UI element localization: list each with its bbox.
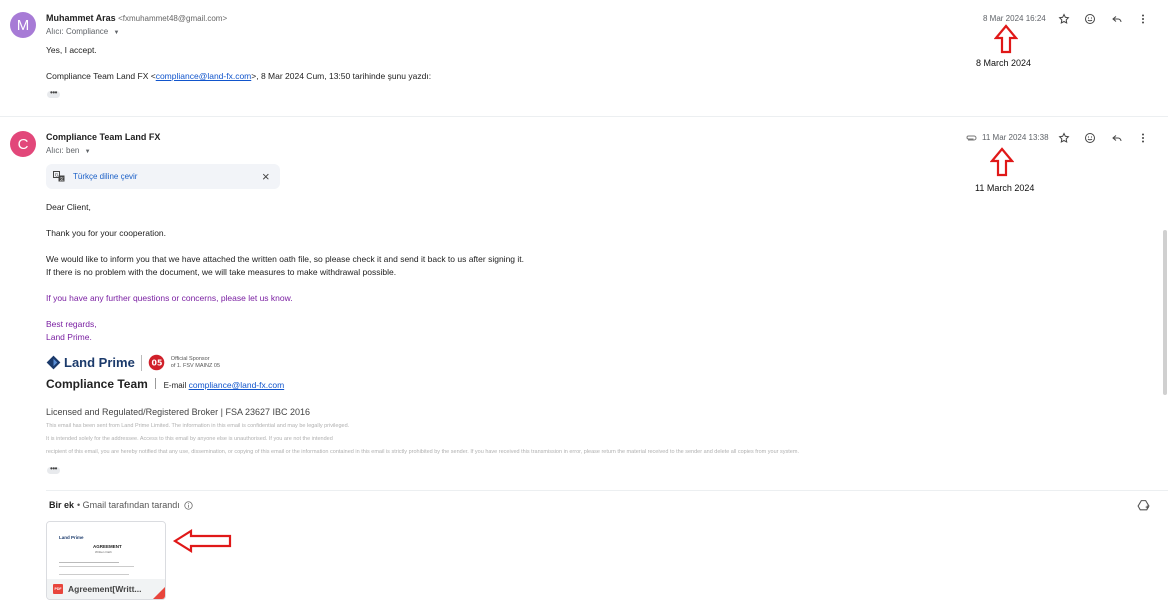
disclaimer-line-1: This email has been sent from Land Prime…: [46, 423, 350, 429]
signature-separator: [155, 378, 157, 389]
message-divider: [0, 116, 1168, 117]
licensed-line: Licensed and Regulated/Registered Broker…: [46, 407, 311, 417]
annotation-arrow-left: [172, 529, 232, 553]
thumbnail-text-line: [59, 566, 134, 567]
annotation-label-2: 11 March 2024: [975, 183, 1035, 193]
attachment-corner-fold: [153, 587, 165, 599]
annotation-label-1: 8 March 2024: [976, 58, 1032, 68]
sponsor-line-2: of 1. FSV MAINZ 05: [170, 362, 221, 369]
thumbnail-logo: Land Prime: [59, 535, 84, 540]
attachments-title: Bir ek: [49, 500, 75, 510]
paragraph-2b: If there is no problem with the document…: [46, 267, 397, 277]
pdf-icon: PDF: [53, 584, 63, 594]
avatar-letter: C: [17, 135, 29, 153]
translate-icon: G文: [53, 171, 65, 184]
scanned-by-gmail: • Gmail tarafından tarandı: [77, 500, 180, 510]
disclaimer-line-2: It is intended solely for the addressee.…: [46, 436, 333, 442]
quote-prefix: Compliance Team Land FX <: [46, 71, 156, 81]
reply-icon[interactable]: [1110, 12, 1124, 26]
sender-name[interactable]: Muhammet Aras: [46, 13, 116, 23]
annotation-arrow-up-1: [994, 24, 1018, 54]
svg-text:05: 05: [151, 359, 162, 368]
attachments-divider: [46, 490, 1168, 491]
info-icon[interactable]: [184, 500, 193, 510]
email-body-line: Yes, I accept.: [46, 45, 97, 55]
recipient-label: Alıcı: Compliance: [46, 27, 109, 36]
land-prime-logo-icon: [46, 355, 61, 370]
chevron-down-icon: ▼: [113, 30, 120, 36]
translate-link[interactable]: Türkçe diline çevir: [73, 172, 137, 181]
signature-email-link[interactable]: compliance@land-fx.com: [189, 380, 285, 390]
emoji-reaction-icon[interactable]: [1083, 131, 1097, 145]
translate-bar: G文 Türkçe diline çevir ×: [46, 164, 280, 189]
svg-text:G: G: [55, 173, 59, 179]
show-trimmed-content-button[interactable]: •••: [47, 465, 60, 474]
sender-line: Muhammet Aras <fxmuhammet48@gmail.com>: [46, 13, 227, 23]
paragraph-2a: We would like to inform you that we have…: [46, 254, 524, 264]
recipient-label: Alıcı: ben: [46, 146, 80, 155]
sender-email: <fxmuhammet48@gmail.com>: [118, 14, 228, 23]
sponsor-line-1: Official Sponsor: [170, 355, 210, 362]
team-title: Compliance Team: [46, 377, 148, 391]
greeting: Dear Client,: [46, 202, 91, 212]
logo-text: Land Prime: [64, 355, 135, 370]
email-label: E-mail: [163, 381, 187, 390]
annotation-arrow-up-2: [990, 147, 1014, 177]
signature-team-line: Compliance Team E-mail compliance@land-f…: [46, 377, 284, 391]
recipient-dropdown[interactable]: Alıcı: Compliance ▼: [46, 27, 119, 36]
reply-icon[interactable]: [1110, 131, 1124, 145]
attachment-file-name: Agreement[Writt...: [68, 584, 142, 594]
star-icon[interactable]: [1057, 12, 1071, 26]
sender-avatar[interactable]: M: [10, 12, 36, 38]
attachment-card[interactable]: Land Prime AGREEMENT Written Oath PDF Ag…: [46, 521, 166, 600]
show-trimmed-content-button[interactable]: •••: [47, 89, 60, 98]
thumbnail-text-line: [59, 562, 119, 563]
land-prime-logo: Land Prime 05 Official Sponsor of 1. FSV…: [46, 354, 220, 371]
attachment-footer: PDF Agreement[Writt...: [47, 579, 165, 599]
recipient-dropdown[interactable]: Alıcı: ben ▼: [46, 146, 91, 155]
more-options-icon[interactable]: [1136, 12, 1150, 26]
quote-suffix: >, 8 Mar 2024 Cum, 13:50 tarihinde şunu …: [251, 71, 432, 81]
star-icon[interactable]: [1057, 131, 1071, 145]
thumbnail-subtitle: Written Oath: [95, 550, 112, 554]
thumbnail-text-line: [59, 574, 129, 575]
svg-text:文: 文: [60, 176, 64, 182]
logo-separator: [140, 354, 142, 371]
paragraph-3: If you have any further questions or con…: [46, 293, 293, 303]
thumbnail-title: AGREEMENT: [93, 544, 122, 549]
sender-avatar[interactable]: C: [10, 131, 36, 157]
email-date[interactable]: 8 Mar 2024 16:24: [983, 14, 1046, 23]
sponsor-text: Official Sponsor of 1. FSV MAINZ 05: [171, 356, 220, 370]
pdf-icon-label: PDF: [54, 587, 62, 591]
sender-name[interactable]: Compliance Team Land FX: [46, 132, 160, 142]
email-date[interactable]: 11 Mar 2024 13:38: [982, 133, 1049, 142]
disclaimer-line-3: recipient of this email, you are hereby …: [46, 449, 799, 455]
attachments-header: Bir ek • Gmail tarafından tarandı: [49, 500, 193, 510]
chevron-down-icon: ▼: [84, 149, 91, 155]
close-icon[interactable]: ×: [262, 169, 270, 184]
attachment-clip-icon: [965, 133, 977, 145]
regards-line-1: Best regards,: [46, 319, 97, 329]
more-options-icon[interactable]: [1136, 131, 1150, 145]
quote-email-link[interactable]: compliance@land-fx.com: [156, 71, 252, 81]
regards-line-2: Land Prime.: [46, 332, 92, 342]
attachment-thumbnail: Land Prime AGREEMENT Written Oath: [47, 522, 165, 579]
quoted-header: Compliance Team Land FX <compliance@land…: [46, 71, 431, 81]
emoji-reaction-icon[interactable]: [1083, 12, 1097, 26]
avatar-letter: M: [16, 16, 30, 34]
paragraph-1: Thank you for your cooperation.: [46, 228, 167, 238]
add-to-drive-icon[interactable]: [1137, 499, 1150, 514]
mainz-club-crest-icon: 05: [148, 354, 165, 371]
scrollbar-thumb[interactable]: [1163, 230, 1167, 395]
